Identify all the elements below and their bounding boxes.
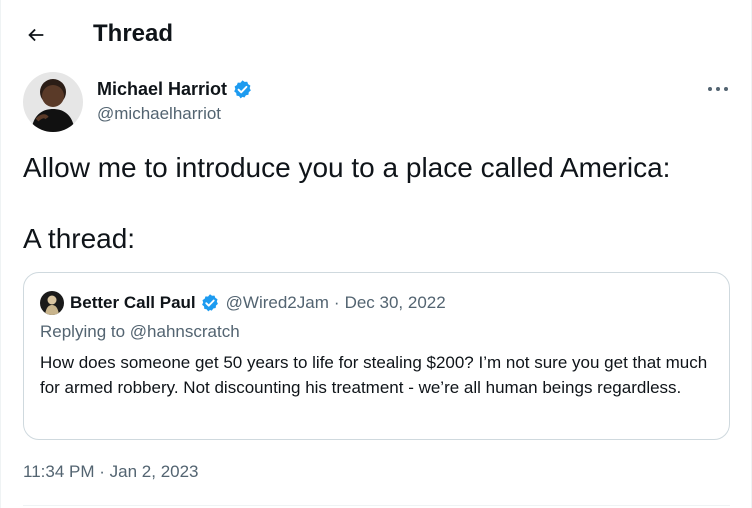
more-options-button[interactable]: [701, 75, 735, 103]
avatar[interactable]: [23, 72, 83, 132]
quoted-tweet[interactable]: Better Call Paul @Wired2Jam · Dec 30, 20…: [23, 272, 730, 440]
page-title: Thread: [93, 20, 174, 47]
tweet-text: Allow me to introduce you to a place cal…: [23, 152, 671, 183]
header: Thread: [1, 0, 752, 68]
ellipsis-icon: [708, 87, 728, 91]
thread-view: Thread Michael Harriot @michaelharriot A…: [0, 0, 752, 508]
divider: [23, 505, 730, 506]
verified-badge-icon: [234, 79, 251, 98]
replying-to-handle: @hahnscratch: [129, 322, 240, 341]
author-row: Michael Harriot: [97, 77, 253, 101]
tweet-timestamp: 11:34 PM · Jan 2, 2023: [23, 461, 199, 483]
back-button[interactable]: [19, 18, 53, 52]
quoted-author-name: Better Call Paul: [70, 293, 196, 312]
tweet-time[interactable]: 11:34 PM: [23, 462, 95, 481]
replying-to: Replying to @hahnscratch: [40, 321, 240, 343]
arrow-left-icon: [28, 28, 44, 42]
separator: ·: [333, 293, 340, 312]
quoted-tweet-header: Better Call Paul @Wired2Jam · Dec 30, 20…: [40, 291, 446, 315]
quoted-date: Dec 30, 2022: [344, 293, 446, 312]
tweet-text-continued: A thread:: [23, 223, 136, 254]
author-name[interactable]: Michael Harriot: [97, 78, 227, 100]
replying-prefix: Replying to: [40, 322, 126, 341]
quoted-author-handle: @Wired2Jam: [225, 293, 329, 312]
quoted-tweet-text: How does someone get 50 years to life fo…: [40, 353, 708, 397]
tweet-date[interactable]: Jan 2, 2023: [110, 462, 199, 481]
quoted-avatar: [40, 291, 64, 315]
separator: ·: [99, 462, 105, 481]
author-handle[interactable]: @michaelharriot: [97, 103, 221, 125]
verified-badge-icon: [201, 294, 218, 312]
